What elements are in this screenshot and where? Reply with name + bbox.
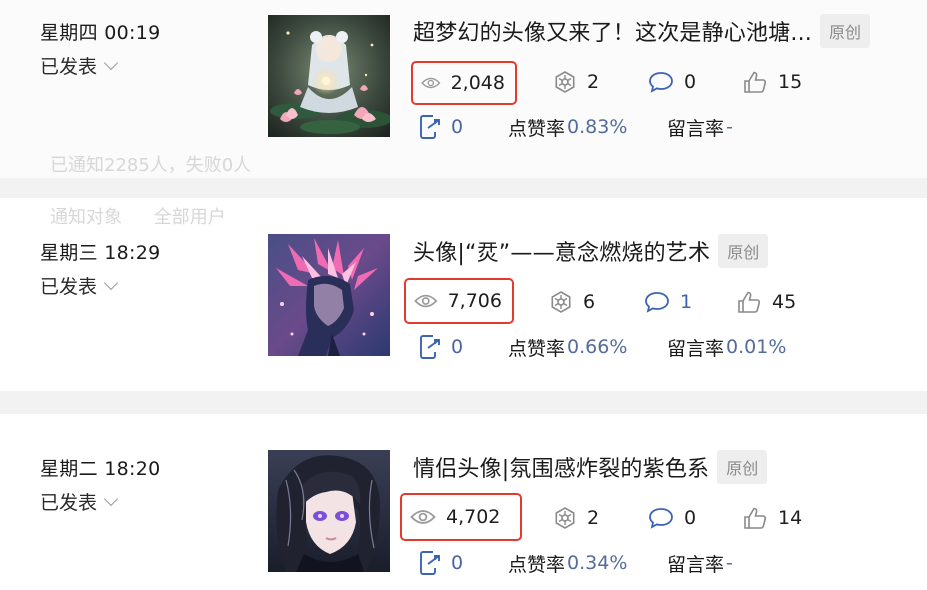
comment-rate-label: 留言率 (667, 117, 725, 140)
forwards-count: 0 (451, 552, 464, 574)
title-row: 情侣头像|氛围感炸裂的紫色系 原创 (413, 450, 768, 484)
comments-metric: 1 (644, 282, 692, 322)
post-thumbnail[interactable] (268, 450, 390, 572)
forward-icon (420, 335, 440, 359)
comments-metric: 0 (648, 498, 696, 538)
forward-icon (420, 551, 440, 575)
comment-rate-label: 留言率 (667, 553, 725, 576)
thumbs-up-icon (738, 291, 761, 313)
like-rate-value: 0.34% (567, 552, 628, 574)
status-dropdown[interactable]: 已发表 (40, 272, 119, 299)
original-badge: 原创 (717, 450, 768, 484)
like-rate-label: 点赞率 (508, 117, 566, 140)
status-label: 已发表 (40, 276, 98, 298)
eye-icon (421, 77, 441, 89)
post-thumbnail[interactable] (268, 234, 390, 356)
forward-icon (420, 115, 440, 139)
like-rate: 点赞率 0.83% (508, 112, 627, 142)
views-metric: 2,048 (411, 61, 517, 105)
comment-rate-label: 留言率 (667, 337, 725, 360)
like-rate-label: 点赞率 (508, 337, 566, 360)
shares-count: 6 (583, 291, 596, 313)
post-title[interactable]: 情侣头像|氛围感炸裂的紫色系 (413, 451, 709, 483)
views-count: 4,702 (446, 506, 501, 528)
status-label: 已发表 (40, 492, 98, 514)
comments-count: 0 (684, 71, 697, 93)
status-dropdown[interactable]: 已发表 (40, 52, 119, 79)
like-rate-value: 0.83% (567, 116, 628, 138)
thumbs-up-icon (744, 71, 767, 93)
comment-icon (645, 292, 669, 313)
share-icon (555, 71, 575, 93)
forwards-metric: 0 (419, 112, 463, 142)
comment-rate-value: - (726, 552, 733, 574)
forwards-count: 0 (451, 336, 464, 358)
share-icon (555, 507, 575, 529)
forwards-metric: 0 (419, 332, 463, 362)
comment-icon (649, 508, 673, 529)
eye-icon (410, 510, 436, 524)
post-title[interactable]: 头像|“烎”——意念燃烧的艺术 (413, 235, 710, 267)
likes-count: 15 (778, 71, 803, 93)
status-dropdown[interactable]: 已发表 (40, 488, 119, 515)
shares-metric: 2 (553, 62, 599, 102)
forwards-metric: 0 (419, 548, 463, 578)
comment-rate: 留言率 0.01% (667, 332, 786, 362)
shares-metric: 6 (549, 282, 595, 322)
comment-rate-value: - (726, 116, 733, 138)
post-row: 星期四 00:19 已发表 超梦幻的头像又来了！这次是静心池塘... 原创 2,… (0, 0, 927, 140)
views-count: 2,048 (450, 72, 505, 94)
shares-count: 2 (587, 507, 600, 529)
like-rate-value: 0.66% (567, 336, 628, 358)
comments-metric: 0 (648, 62, 696, 102)
forwards-count: 0 (451, 116, 464, 138)
post-card: 星期二 18:20 已发表 情侣头像|氛围感炸裂的紫色系 原创 4,702 2 … (0, 414, 927, 590)
comments-count: 0 (684, 507, 697, 529)
comment-rate-value: 0.01% (726, 336, 787, 358)
likes-metric: 14 (742, 498, 802, 538)
views-metric: 7,706 (404, 278, 514, 324)
publish-time: 星期四 00:19 (40, 22, 161, 44)
shares-count: 2 (587, 71, 600, 93)
original-badge: 原创 (819, 14, 870, 48)
notify-result-text: 已通知2285人，失败0人 (50, 155, 252, 176)
like-rate: 点赞率 0.66% (508, 332, 627, 362)
chevron-down-icon (103, 55, 119, 71)
likes-count: 14 (778, 507, 803, 529)
views-count: 7,706 (447, 290, 502, 312)
shares-metric: 2 (553, 498, 599, 538)
post-title[interactable]: 超梦幻的头像又来了！这次是静心池塘... (413, 15, 812, 47)
post-row: 星期三 18:29 已发表 头像|“烎”——意念燃烧的艺术 原创 7,706 6… (0, 220, 927, 360)
post-thumbnail[interactable] (268, 15, 390, 137)
status-label: 已发表 (40, 56, 98, 78)
comment-rate: 留言率 - (667, 112, 733, 142)
comments-count: 1 (680, 291, 693, 313)
like-rate-label: 点赞率 (508, 553, 566, 576)
post-card: 通知对象 全部用户 星期三 18:29 已发表 头像|“烎”——意念燃烧的艺术 … (0, 198, 927, 391)
original-badge: 原创 (718, 234, 769, 268)
comment-rate: 留言率 - (667, 548, 733, 578)
likes-metric: 15 (742, 62, 802, 102)
chevron-down-icon (103, 275, 119, 291)
share-icon (551, 291, 571, 313)
eye-icon (414, 294, 438, 308)
views-metric: 4,702 (400, 493, 522, 541)
thumbs-up-icon (744, 507, 767, 529)
likes-count: 45 (772, 291, 797, 313)
title-row: 头像|“烎”——意念燃烧的艺术 原创 (413, 234, 769, 268)
post-row: 星期二 18:20 已发表 情侣头像|氛围感炸裂的紫色系 原创 4,702 2 … (0, 436, 927, 576)
publish-time: 星期二 18:20 (40, 458, 161, 480)
title-row: 超梦幻的头像又来了！这次是静心池塘... 原创 (413, 14, 870, 48)
comment-icon (649, 72, 673, 93)
publish-time: 星期三 18:29 (40, 242, 161, 264)
chevron-down-icon (103, 491, 119, 507)
like-rate: 点赞率 0.34% (508, 548, 627, 578)
likes-metric: 45 (736, 282, 796, 322)
